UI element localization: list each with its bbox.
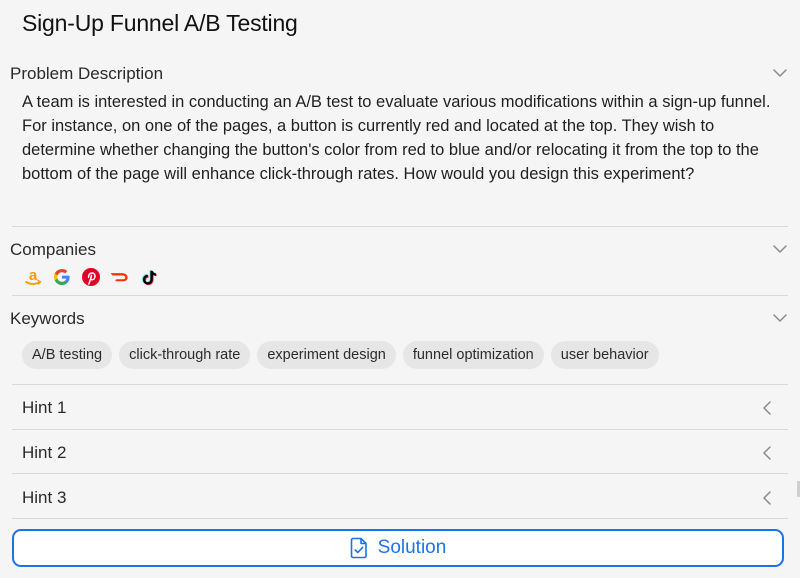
keyword-chip: experiment design — [257, 341, 396, 369]
tiktok-icon — [138, 266, 159, 287]
svg-text:a: a — [28, 267, 37, 284]
divider — [12, 473, 788, 474]
keyword-chip: funnel optimization — [402, 341, 544, 369]
divider — [12, 226, 788, 227]
companies-list: a — [22, 266, 159, 287]
chevron-down-icon[interactable] — [772, 241, 788, 257]
doordash-icon — [109, 266, 130, 287]
companies-header: Companies — [10, 240, 96, 259]
solution-button[interactable]: Solution — [12, 529, 784, 567]
problem-description-header: Problem Description — [10, 64, 164, 83]
document-check-icon — [350, 537, 368, 559]
solution-label: Solution — [377, 537, 447, 558]
keyword-chip: click-through rate — [119, 341, 251, 369]
pinterest-icon — [80, 266, 101, 287]
chevron-down-icon[interactable] — [772, 310, 788, 326]
problem-page: Sign-Up Funnel A/B Testing Problem Descr… — [0, 0, 800, 578]
chevron-left-icon[interactable] — [760, 445, 774, 466]
hint-1-row[interactable]: Hint 1 — [12, 386, 788, 430]
amazon-icon: a — [22, 266, 43, 287]
chevron-left-icon[interactable] — [760, 400, 774, 421]
google-icon — [51, 266, 72, 287]
page-title: Sign-Up Funnel A/B Testing — [22, 10, 298, 36]
hint-1-label: Hint 1 — [22, 398, 67, 417]
hint-2-label: Hint 2 — [22, 443, 67, 462]
hint-3-label: Hint 3 — [22, 488, 67, 507]
chevron-down-icon[interactable] — [772, 65, 788, 81]
problem-description-text: A team is interested in conducting an A/… — [22, 93, 771, 183]
hint-2-row[interactable]: Hint 2 — [12, 431, 788, 475]
divider — [12, 384, 788, 385]
keyword-chip: A/B testing — [22, 341, 113, 369]
chevron-left-icon[interactable] — [760, 490, 774, 511]
divider — [12, 429, 788, 430]
keyword-chip: user behavior — [550, 341, 659, 369]
divider — [12, 295, 788, 296]
keywords-list: A/B testing click-through rate experimen… — [22, 341, 659, 369]
divider — [12, 518, 788, 519]
keywords-header: Keywords — [10, 309, 85, 328]
hint-3-row[interactable]: Hint 3 — [12, 476, 788, 520]
